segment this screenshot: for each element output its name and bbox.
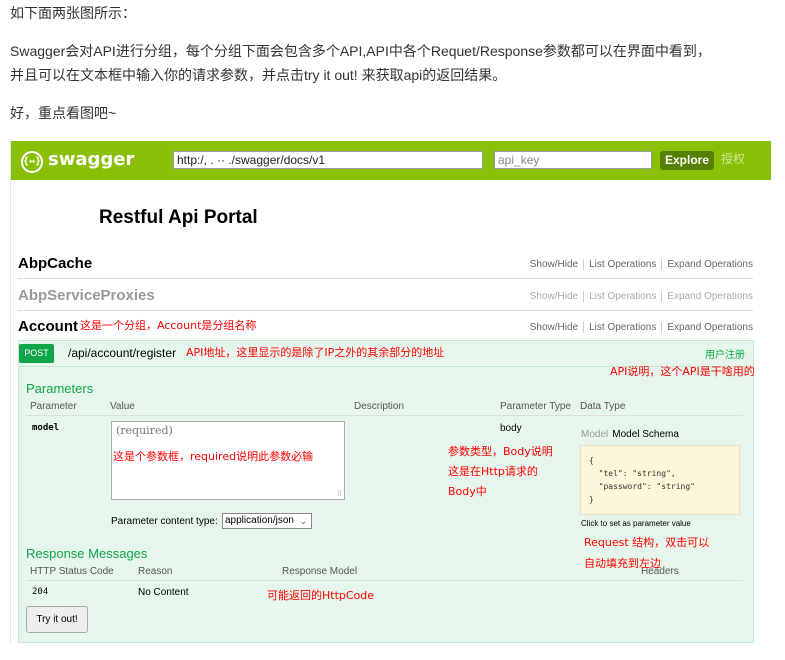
group-abpserviceproxies: AbpServiceProxies Show/Hide List Operatio… (18, 279, 753, 311)
param-type: body (500, 423, 522, 434)
content-type-value: application/json (225, 515, 294, 526)
group-name[interactable]: AbpServiceProxies (18, 287, 155, 304)
show-hide-link[interactable]: Show/Hide (524, 322, 585, 333)
chevron-down-icon: ⌄ (299, 516, 307, 526)
show-hide-link[interactable]: Show/Hide (524, 291, 585, 302)
schema-line: "password": "string" (589, 482, 695, 491)
col-reason: Reason (138, 566, 173, 577)
auth-link[interactable]: 授权 (721, 150, 745, 167)
response-status: 204 (32, 587, 49, 597)
schema-line: "tel": "string", (589, 469, 676, 478)
portal-title: Restful Api Portal (99, 207, 258, 228)
param-name: model (32, 423, 60, 433)
col-response-model: Response Model (282, 566, 358, 577)
annotation-type-3: Body中 (448, 485, 487, 498)
parameters-title: Parameters (26, 381, 94, 396)
schema-hint: Click to set as parameter value (581, 519, 691, 528)
annotation-param: 这是个参数框，required说明此参数必输 (113, 450, 314, 463)
group-name[interactable]: Account (18, 318, 78, 335)
content-type-label: Parameter content type: (111, 516, 218, 527)
group-name[interactable]: AbpCache (18, 255, 92, 272)
explore-button[interactable]: Explore (660, 151, 714, 170)
parameters-header-row: Parameter Value Description Parameter Ty… (26, 400, 743, 416)
group-operations: Show/Hide List Operations Expand Operation… (524, 291, 753, 302)
col-parameter: Parameter (30, 401, 77, 412)
col-description: Description (354, 401, 405, 412)
try-it-out-button[interactable]: Try it out! (26, 606, 88, 633)
tab-model[interactable]: Model (581, 429, 608, 440)
col-parameter-type: Parameter Type (500, 401, 571, 412)
list-operations-link[interactable]: List Operations (584, 259, 663, 270)
tab-model-schema[interactable]: Model Schema (612, 429, 679, 440)
annotation-summary: API说明，这个API是干啥用的 (610, 365, 755, 378)
operation-path[interactable]: /api/account/register (68, 346, 176, 360)
api-url-input[interactable]: http:/, . ·· ./swagger/docs/v1 (173, 151, 483, 169)
swagger-logo-icon: {↔} (21, 151, 43, 173)
article-line-2: Swagger会对API进行分组，每个分组下面会包含多个API,API中各个Re… (10, 43, 711, 59)
annotation-code: 可能返回的HttpCode (267, 589, 375, 602)
annotation-group: 这是一个分组，Account是分组名称 (80, 319, 257, 332)
col-data-type: Data Type (580, 401, 626, 412)
annotation-path: API地址，这里显示的是除了IP之外的其余部分的地址 (186, 346, 445, 359)
swagger-header: {↔} swagger http:/, . ·· ./swagger/docs/… (11, 141, 771, 180)
content-type-select[interactable]: application/json ⌄ (222, 513, 312, 529)
list-operations-link[interactable]: List Operations (584, 291, 663, 302)
resize-grip-icon[interactable]: ⠿ (337, 490, 342, 498)
annotation-type-1: 参数类型，Body说明 (448, 445, 553, 458)
group-operations: Show/Hide List Operations Expand Operation… (524, 322, 753, 333)
operation-register: POST /api/account/register 用户注册 Paramete… (18, 340, 754, 643)
show-hide-link[interactable]: Show/Hide (524, 259, 585, 270)
list-operations-link[interactable]: List Operations (584, 322, 663, 333)
expand-operations-link[interactable]: Expand Operations (662, 291, 753, 302)
expand-operations-link[interactable]: Expand Operations (662, 322, 753, 333)
schema-line: } (589, 495, 594, 504)
response-reason: No Content (138, 587, 189, 598)
annotation-type-2: 这是在Http请求的 (448, 465, 538, 478)
api-key-input[interactable]: api_key (494, 151, 652, 169)
expand-operations-link[interactable]: Expand Operations (662, 259, 753, 270)
http-method-badge[interactable]: POST (19, 344, 54, 363)
group-abpcache: AbpCache Show/Hide List Operations Expand … (18, 247, 753, 279)
article-line-4: 好，重点看图吧~ (10, 105, 117, 121)
schema-line: { (589, 456, 594, 465)
annotation-schema-2: 自动填充到左边 (584, 557, 661, 570)
annotation-schema-1: Request 结构，双击可以 (584, 536, 710, 549)
col-status-code: HTTP Status Code (30, 566, 114, 577)
article-line-1: 如下面两张图所示： (10, 5, 136, 21)
swagger-logo-text: swagger (48, 149, 135, 170)
group-operations: Show/Hide List Operations Expand Operation… (524, 259, 753, 270)
col-value: Value (110, 401, 135, 412)
model-schema-box[interactable]: { "tel": "string", "password": "string" … (580, 445, 740, 515)
operation-summary[interactable]: 用户注册 (705, 346, 745, 361)
schema-tabs: Model Model Schema (581, 429, 679, 440)
article-line-3: 并且可以在文本框中输入你的请求参数，并点击try it out! 来获取api的… (10, 67, 507, 83)
param-placeholder: (required) (116, 424, 173, 437)
response-messages-title: Response Messages (26, 546, 148, 561)
